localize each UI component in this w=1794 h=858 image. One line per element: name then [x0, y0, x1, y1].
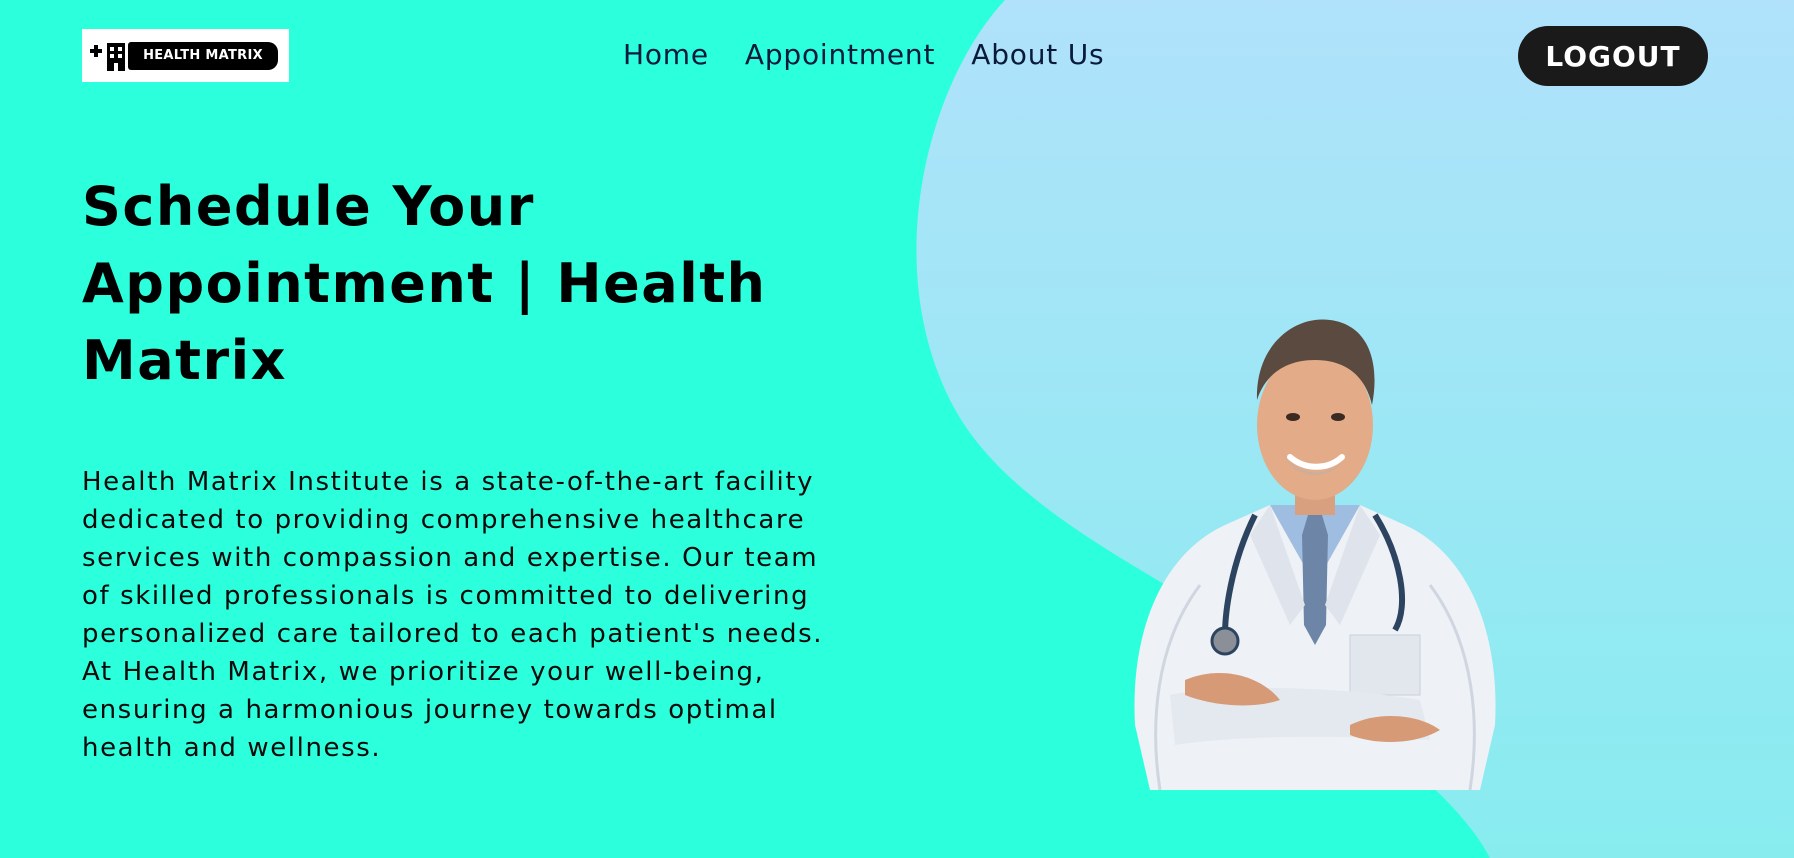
hero-description: Health Matrix Institute is a state-of-th…: [82, 467, 824, 763]
nav-item-home[interactable]: Home: [623, 38, 709, 71]
hospital-plus-icon: [90, 38, 130, 74]
brand-logo[interactable]: HEALTH MATRIX: [82, 29, 289, 82]
doctor-illustration: [1134, 319, 1496, 790]
site-header: HEALTH MATRIX Home Appointment About Us …: [0, 0, 1794, 110]
main-nav: Home Appointment About Us: [623, 38, 1104, 71]
logout-button[interactable]: LOGOUT: [1518, 26, 1708, 86]
nav-item-appointment[interactable]: Appointment: [745, 38, 935, 71]
nav-item-about-us[interactable]: About Us: [971, 38, 1104, 71]
brand-name: HEALTH MATRIX: [128, 41, 278, 70]
page-title: Schedule Your Appointment | Health Matri…: [82, 175, 767, 392]
